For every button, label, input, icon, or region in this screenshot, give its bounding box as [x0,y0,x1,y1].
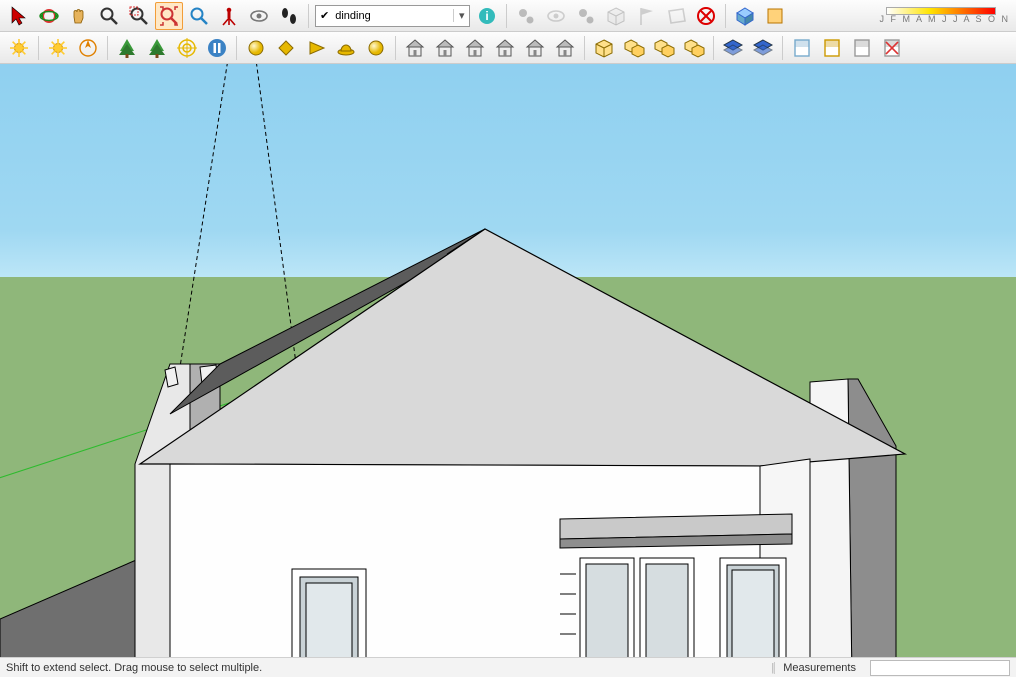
toolbar-separator [584,36,585,60]
zoom-window-icon[interactable] [125,2,153,30]
boxb-icon[interactable] [620,34,648,62]
look-around-icon[interactable] [245,2,273,30]
position-camera-icon[interactable] [215,2,243,30]
gear2-icon[interactable] [572,2,600,30]
tree1-icon[interactable] [113,34,141,62]
orbit-icon[interactable] [35,2,63,30]
toolbar-separator [395,36,396,60]
walk-icon[interactable] [275,2,303,30]
toolbar-separator [107,36,108,60]
layer2-icon[interactable] [749,34,777,62]
boxa-icon[interactable] [590,34,618,62]
layer-visible-check[interactable]: ✔ [316,9,333,22]
cancel-icon[interactable] [692,2,720,30]
toolbar-row-1: ✔▾iJ F M A M J J A S O N [0,0,1016,32]
house6-icon[interactable] [551,34,579,62]
layer-info-icon[interactable]: i [473,2,501,30]
toolbar-separator [725,4,726,28]
zoom-icon[interactable] [95,2,123,30]
north-icon[interactable] [74,34,102,62]
arrow-icon[interactable] [302,34,330,62]
sun-icon[interactable] [44,34,72,62]
cube-icon[interactable] [602,2,630,30]
house5-icon[interactable] [521,34,549,62]
layer1-icon[interactable] [719,34,747,62]
zoom-prev-icon[interactable] [185,2,213,30]
zoom-extents-icon[interactable] [155,2,183,30]
select-icon[interactable] [5,2,33,30]
shadow-icon[interactable] [5,34,33,62]
boxc-icon[interactable] [650,34,678,62]
eye2-icon[interactable] [542,2,570,30]
boxd-icon[interactable] [680,34,708,62]
sheet1-icon[interactable] [788,34,816,62]
poly-icon[interactable] [662,2,690,30]
status-bar: Shift to extend select. Drag mouse to se… [0,657,1016,677]
iso-icon[interactable] [731,2,759,30]
plane-icon[interactable] [272,34,300,62]
measurements-input[interactable] [870,660,1010,676]
sphere-icon[interactable] [242,34,270,62]
sheet3-icon[interactable] [848,34,876,62]
toolbar-separator [308,4,309,28]
sphere2-icon[interactable] [362,34,390,62]
flag-icon[interactable] [632,2,660,30]
house3-icon[interactable] [461,34,489,62]
svg-text:i: i [486,9,489,23]
front-icon[interactable] [761,2,789,30]
months-label: J F M A M J J A S O N [879,15,1010,24]
house4-icon[interactable] [491,34,519,62]
layer-combo[interactable]: ✔▾ [315,5,470,27]
sheet4-icon[interactable] [878,34,906,62]
measurements-label: Measurements [774,662,864,674]
toolbar-separator [506,4,507,28]
pause-icon[interactable] [203,34,231,62]
toolbar-separator [782,36,783,60]
toolbar-row-2 [0,32,1016,64]
model-house[interactable] [0,64,1016,657]
tree2-icon[interactable] [143,34,171,62]
status-hint: Shift to extend select. Drag mouse to se… [6,662,771,674]
layer-name-input[interactable] [333,10,453,22]
hardhat-icon[interactable] [332,34,360,62]
house2-icon[interactable] [431,34,459,62]
toolbar-separator [236,36,237,60]
toolbar-separator [38,36,39,60]
house1-icon[interactable] [401,34,429,62]
sheet2-icon[interactable] [818,34,846,62]
toolbar-separator [713,36,714,60]
layer-dropdown-icon[interactable]: ▾ [453,9,469,22]
viewport-3d[interactable] [0,64,1016,657]
pan-icon[interactable] [65,2,93,30]
gear1-icon[interactable] [512,2,540,30]
target-icon[interactable] [173,34,201,62]
